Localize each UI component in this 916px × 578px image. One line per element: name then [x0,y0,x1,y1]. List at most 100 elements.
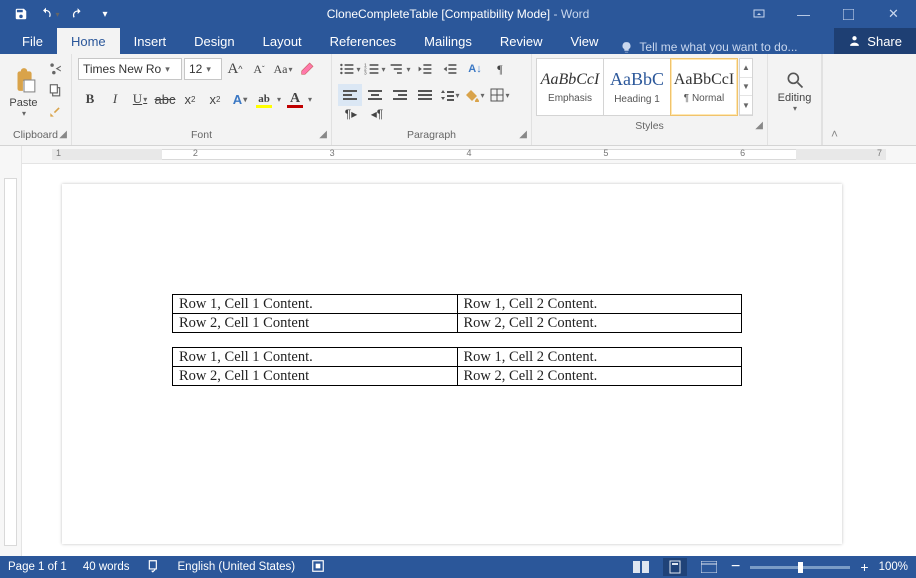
numbering-icon: 123 [364,62,380,76]
table-cell[interactable]: Row 1, Cell 1 Content. [173,348,458,367]
bullets-button[interactable]: ▾ [338,58,362,80]
table-cell[interactable]: Row 1, Cell 2 Content. [457,295,742,314]
borders-button[interactable]: ▾ [488,84,512,106]
maximize-icon[interactable] [826,0,871,28]
document-canvas[interactable]: Row 1, Cell 1 Content.Row 1, Cell 2 Cont… [22,164,916,556]
font-size-combo[interactable]: 12▾ [184,58,222,80]
status-page[interactable]: Page 1 of 1 [8,561,67,573]
status-language[interactable]: English (United States) [178,561,296,573]
tab-insert[interactable]: Insert [120,28,181,54]
chevron-down-icon: ▾ [55,10,59,19]
chevron-up-icon[interactable]: ▲ [740,59,752,78]
superscript-button[interactable]: x2 [203,88,227,110]
sort-button[interactable]: A↓ [463,58,487,80]
table-cell[interactable]: Row 2, Cell 1 Content [173,314,458,333]
page: Row 1, Cell 1 Content.Row 1, Cell 2 Cont… [62,184,842,544]
style-normal[interactable]: AaBbCcI ¶ Normal [670,58,738,116]
shrink-font-button[interactable]: Aˇ [248,58,270,80]
status-words[interactable]: 40 words [83,561,130,573]
dialog-launcher-icon[interactable]: ◢ [519,129,527,140]
dialog-launcher-icon[interactable]: ◢ [755,120,763,131]
styles-expand-icon[interactable]: ▼ [740,96,752,115]
line-spacing-button[interactable]: ▾ [438,84,462,106]
highlight-button[interactable]: ab▾ [253,88,275,110]
minimize-icon[interactable]: — [781,0,826,28]
table-cell[interactable]: Row 1, Cell 2 Content. [457,348,742,367]
text-effects-button[interactable]: A▾ [228,88,252,110]
rtl-button[interactable]: ◂¶ [366,104,388,124]
show-marks-button[interactable]: ¶ [488,58,512,80]
tab-design[interactable]: Design [180,28,248,54]
zoom-level[interactable]: 100% [879,561,908,573]
numbering-button[interactable]: 123▾ [363,58,387,80]
clear-formatting-button[interactable] [296,58,318,80]
cut-button[interactable] [45,58,65,78]
tab-file[interactable]: File [8,28,57,54]
share-label: Share [867,34,902,49]
redo-icon[interactable] [64,2,90,26]
ribbon-options-icon[interactable] [736,0,781,28]
paste-button[interactable]: Paste ▾ [6,58,41,124]
share-button[interactable]: Share [834,28,916,54]
style-emphasis[interactable]: AaBbCcI Emphasis [536,58,604,116]
eraser-icon [299,61,315,77]
zoom-out-button[interactable]: − [731,558,740,576]
ltr-button[interactable]: ¶▸ [340,104,362,124]
decrease-indent-button[interactable] [413,58,437,80]
tab-layout[interactable]: Layout [249,28,316,54]
web-layout-icon[interactable] [697,558,721,576]
justify-button[interactable] [413,84,437,106]
tab-view[interactable]: View [556,28,612,54]
change-case-button[interactable]: Aa▾ [272,58,294,80]
document-area: 1 2 3 4 5 6 7 Row 1, Cell 1 Content.Row … [0,146,916,556]
table-cell[interactable]: Row 1, Cell 1 Content. [173,295,458,314]
bold-button[interactable]: B [78,88,102,110]
tab-mailings[interactable]: Mailings [410,28,486,54]
editing-button[interactable]: Editing ▾ [774,58,815,124]
status-macro-icon[interactable] [311,559,325,576]
dialog-launcher-icon[interactable]: ◢ [319,129,327,140]
undo-icon[interactable]: ▾ [36,2,62,26]
italic-button[interactable]: I [103,88,127,110]
vertical-ruler[interactable] [0,146,22,556]
tab-home[interactable]: Home [57,28,120,54]
tab-references[interactable]: References [316,28,410,54]
copy-button[interactable] [45,80,65,100]
borders-icon [490,88,504,102]
table-cell[interactable]: Row 2, Cell 1 Content [173,367,458,386]
underline-button[interactable]: U▾ [128,88,152,110]
collapse-ribbon-icon[interactable]: ˄ [822,54,846,145]
chevron-down-icon[interactable]: ▼ [740,78,752,97]
horizontal-ruler[interactable]: 1 2 3 4 5 6 7 [22,146,916,164]
tab-review[interactable]: Review [486,28,557,54]
close-icon[interactable]: ✕ [871,0,916,28]
table-row: Row 1, Cell 1 Content.Row 1, Cell 2 Cont… [173,295,742,314]
dialog-launcher-icon[interactable]: ◢ [59,129,67,140]
zoom-slider[interactable] [750,566,850,569]
font-color-button[interactable]: A▾ [284,88,306,110]
style-heading-1[interactable]: AaBbC Heading 1 [603,58,671,116]
subscript-button[interactable]: x2 [178,88,202,110]
shading-button[interactable]: ▾ [463,84,487,106]
table-2[interactable]: Row 1, Cell 1 Content.Row 1, Cell 2 Cont… [172,347,742,386]
chevron-down-icon: ▾ [22,109,26,118]
grow-font-button[interactable]: A^ [224,58,246,80]
print-layout-icon[interactable] [663,558,687,576]
table-1[interactable]: Row 1, Cell 1 Content.Row 1, Cell 2 Cont… [172,294,742,333]
table-cell[interactable]: Row 2, Cell 2 Content. [457,367,742,386]
status-spellcheck-icon[interactable] [146,559,162,576]
increase-indent-button[interactable] [438,58,462,80]
paintbrush-icon [48,105,62,119]
read-mode-icon[interactable] [629,558,653,576]
save-icon[interactable] [8,2,34,26]
format-painter-button[interactable] [45,102,65,122]
tell-me-search[interactable]: Tell me what you want to do... [620,40,797,54]
qat-customize-icon[interactable]: ▾ [92,2,118,26]
multilevel-list-button[interactable]: ▾ [388,58,412,80]
strikethrough-button[interactable]: abc [153,88,177,110]
zoom-in-button[interactable]: + [860,559,868,575]
table-row: Row 2, Cell 1 ContentRow 2, Cell 2 Conte… [173,314,742,333]
styles-scroll[interactable]: ▲ ▼ ▼ [739,58,753,116]
font-name-combo[interactable]: Times New Ro▾ [78,58,182,80]
table-cell[interactable]: Row 2, Cell 2 Content. [457,314,742,333]
